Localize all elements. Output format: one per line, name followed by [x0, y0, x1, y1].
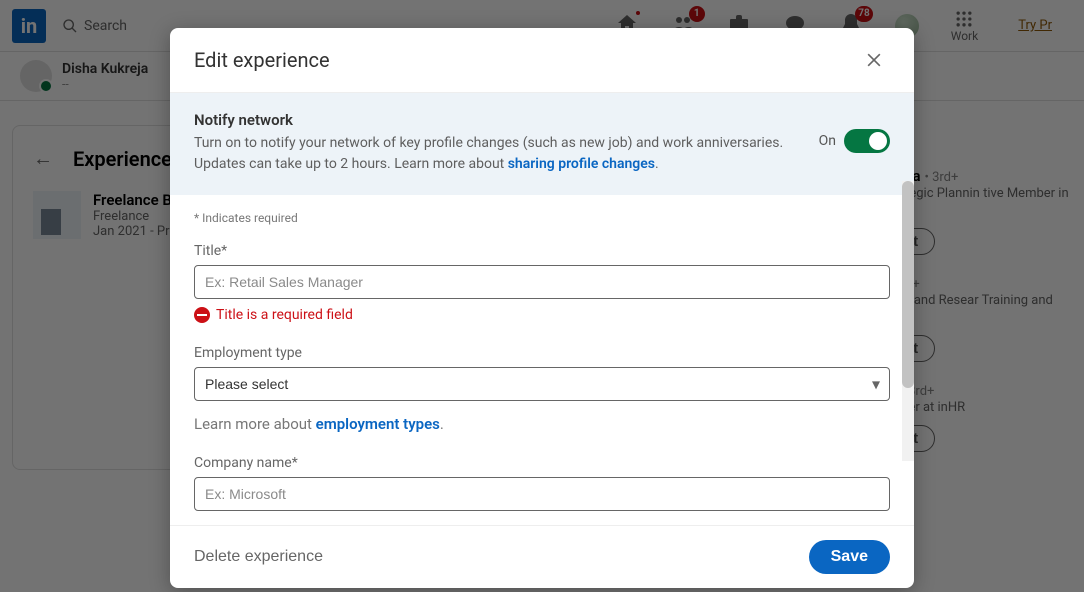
modal-header: Edit experience — [170, 28, 914, 92]
title-error: Title is a required field — [194, 307, 890, 323]
modal-footer: Delete experience Save — [170, 525, 914, 588]
close-button[interactable] — [858, 44, 890, 76]
toggle-switch[interactable] — [844, 129, 890, 153]
notify-description: Turn on to notify your network of key pr… — [194, 133, 799, 175]
notify-network-box: Notify network Turn on to notify your ne… — [170, 93, 914, 195]
scrollbar-track[interactable] — [902, 181, 914, 461]
employment-select[interactable]: Please select — [194, 367, 890, 401]
close-icon — [864, 50, 884, 70]
title-input[interactable] — [194, 265, 890, 299]
company-label: Company name* — [194, 455, 890, 471]
delete-experience-button[interactable]: Delete experience — [194, 548, 323, 566]
title-label: Title* — [194, 243, 890, 259]
required-note: * Indicates required — [194, 211, 890, 225]
title-field-group: Title* Title is a required field — [194, 243, 890, 323]
error-icon — [194, 307, 210, 323]
form-area: * Indicates required Title* Title is a r… — [170, 195, 914, 525]
modal-overlay[interactable]: Edit experience Notify network Turn on t… — [0, 0, 1084, 592]
toggle-label: On — [819, 133, 836, 149]
company-name-group: Company name* — [194, 455, 890, 511]
employment-label: Employment type — [194, 345, 890, 361]
employment-types-link[interactable]: employment types — [316, 415, 440, 433]
scrollbar-thumb[interactable] — [902, 181, 914, 388]
modal-title: Edit experience — [194, 48, 330, 72]
save-button[interactable]: Save — [809, 540, 890, 574]
sharing-changes-link[interactable]: sharing profile changes — [508, 156, 655, 172]
employment-type-group: Employment type Please select ▾ Learn mo… — [194, 345, 890, 433]
edit-experience-modal: Edit experience Notify network Turn on t… — [170, 28, 914, 588]
modal-body: Notify network Turn on to notify your ne… — [170, 92, 914, 525]
notify-heading: Notify network — [194, 111, 799, 129]
notify-toggle[interactable]: On — [819, 129, 890, 153]
employment-learn-more: Learn more about employment types. — [194, 415, 890, 433]
company-input[interactable] — [194, 477, 890, 511]
